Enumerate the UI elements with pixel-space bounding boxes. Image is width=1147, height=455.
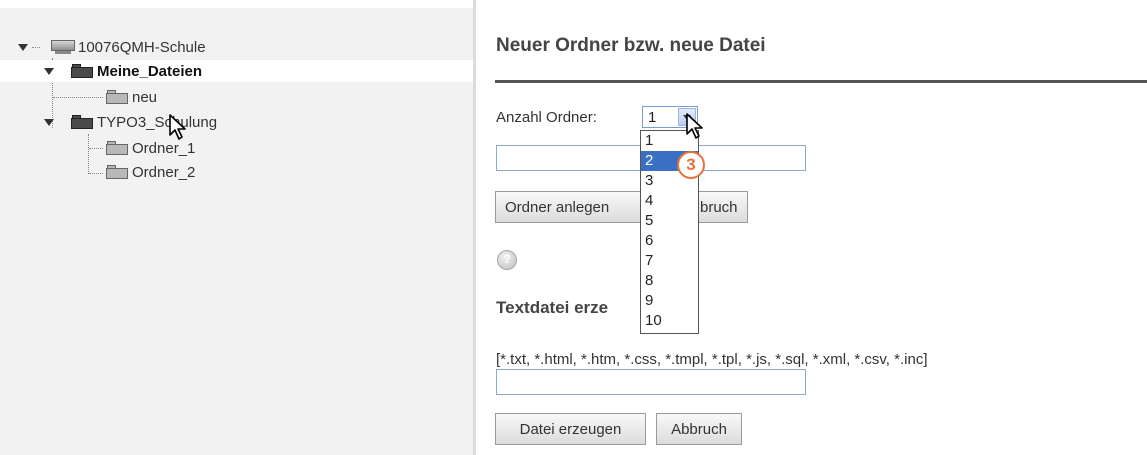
folder-icon [106,90,128,104]
folder-count-label: Anzahl Ordner: [496,109,597,126]
folder-count-value: 1 [648,109,657,126]
folder-icon [71,115,93,129]
folder-icon [106,141,128,155]
tree-item-label: Ordner_1 [132,139,196,157]
dropdown-option[interactable]: 6 [641,231,698,251]
tree-connector [89,148,103,149]
tree-connector [53,97,103,98]
server-icon [51,39,75,55]
tree-item-neu[interactable]: neu [106,86,157,108]
tree-item-typo3-schulung[interactable]: TYPO3_Schulung [44,111,217,133]
file-name-input[interactable] [496,369,806,395]
dropdown-option[interactable]: 10 [641,311,698,331]
section-heading-textfile: Textdatei erze [496,298,609,317]
tree-root-node[interactable]: 10076QMH-Schule [18,36,206,58]
help-icon[interactable]: ? [497,250,517,270]
tree-item-meine-dateien[interactable]: Meine_Dateien [0,60,473,82]
folder-icon [71,64,93,78]
cancel-file-button[interactable]: Abbruch [656,413,742,445]
dropdown-option[interactable]: 7 [641,251,698,271]
tree-item-ordner-2[interactable]: Ordner_2 [106,161,195,183]
tree-item-label: Meine_Dateien [97,62,203,80]
allowed-file-types: [*.txt, *.html, *.htm, *.css, *.tmpl, *.… [496,351,928,368]
create-file-button[interactable]: Datei erzeugen [495,413,646,445]
tree-connector [89,173,103,174]
tree-item-label: TYPO3_Schulung [97,113,218,131]
folder-icon [106,165,128,179]
dropdown-option[interactable]: 9 [641,291,698,311]
create-folder-button[interactable]: Ordner anlegen [495,191,641,223]
mouse-cursor-icon [686,113,703,139]
cancel-folder-button[interactable]: bruch [699,191,748,223]
page-title: Neuer Ordner bzw. neue Datei [496,35,766,56]
tree-item-label: neu [132,88,158,106]
step-number-badge: 3 [677,151,705,179]
collapse-toggle-icon[interactable] [44,67,54,75]
dropdown-option[interactable]: 4 [641,191,698,211]
tree-connector [88,134,89,174]
mouse-cursor-icon [169,114,186,140]
panel-top-border [0,0,473,8]
main-content: Neuer Ordner bzw. neue Datei Anzahl Ordn… [479,0,1147,455]
dropdown-option[interactable]: 8 [641,271,698,291]
collapse-toggle-icon[interactable] [44,118,54,126]
page-tree-panel: 10076QMH-Schule Meine_Dateien neu TYPO3_… [0,0,476,455]
title-divider [495,80,1147,83]
tree-root-label: 10076QMH-Schule [78,38,206,56]
tree-item-label: Ordner_2 [132,163,196,181]
dropdown-option[interactable]: 5 [641,211,698,231]
collapse-toggle-icon[interactable] [18,43,28,51]
